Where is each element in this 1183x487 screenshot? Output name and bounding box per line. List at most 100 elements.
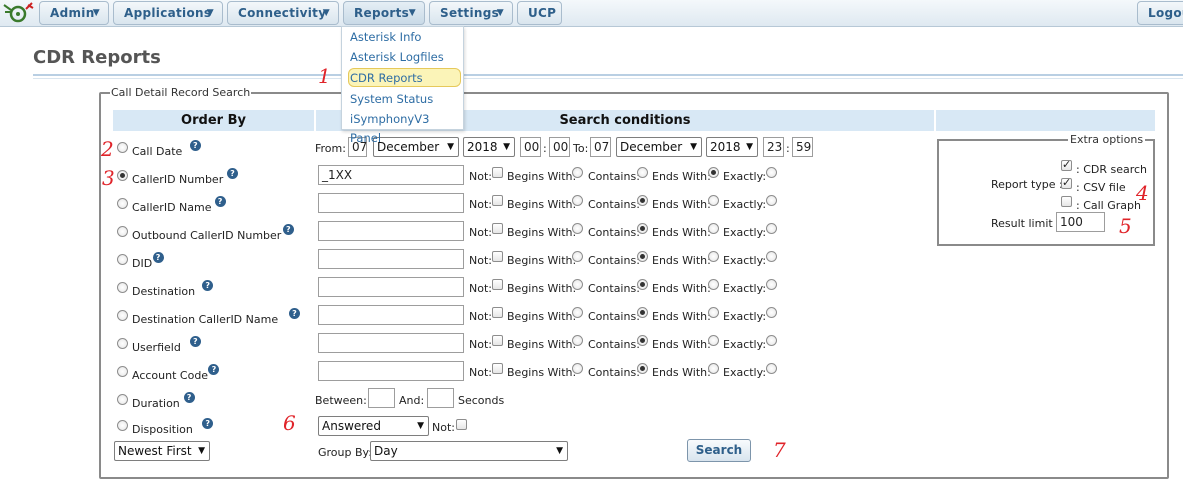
cdr-search-checkbox[interactable] bbox=[1061, 158, 1072, 171]
ends-radio[interactable] bbox=[708, 363, 719, 374]
order-by-radio[interactable] bbox=[117, 170, 128, 181]
begins-radio[interactable] bbox=[572, 335, 583, 346]
condition-text-input[interactable] bbox=[318, 361, 464, 381]
not-checkbox[interactable] bbox=[492, 251, 503, 262]
help-icon[interactable]: ? bbox=[152, 252, 164, 263]
order-by-radio[interactable] bbox=[117, 142, 128, 153]
begins-radio[interactable] bbox=[572, 167, 583, 178]
search-button[interactable]: Search bbox=[687, 439, 751, 462]
from-minute-input[interactable]: 00 bbox=[549, 137, 570, 157]
order-by-radio[interactable] bbox=[117, 282, 128, 293]
condition-text-input[interactable] bbox=[318, 221, 464, 241]
ends-radio[interactable] bbox=[708, 251, 719, 262]
exactly-radio[interactable] bbox=[766, 279, 777, 290]
not-checkbox[interactable] bbox=[492, 279, 503, 290]
condition-text-input[interactable]: _1XX bbox=[318, 165, 464, 185]
help-icon[interactable]: ? bbox=[214, 196, 226, 207]
order-by-radio[interactable] bbox=[117, 198, 128, 209]
ends-radio[interactable] bbox=[708, 307, 719, 318]
csv-file-checkbox[interactable] bbox=[1061, 176, 1072, 189]
menu-applications[interactable]: Applications ▼ bbox=[113, 1, 223, 25]
sort-order-select[interactable]: Newest First ▼ bbox=[114, 441, 210, 461]
exactly-radio[interactable] bbox=[766, 195, 777, 206]
from-year-select[interactable]: 2018 ▼ bbox=[463, 137, 515, 157]
order-by-radio[interactable] bbox=[117, 420, 128, 431]
contains-radio[interactable] bbox=[637, 307, 648, 318]
ends-radio[interactable] bbox=[708, 223, 719, 234]
to-day-input[interactable]: 07 bbox=[590, 137, 611, 157]
ends-radio[interactable] bbox=[708, 279, 719, 290]
ends-radio[interactable] bbox=[708, 167, 719, 178]
begins-radio[interactable] bbox=[572, 307, 583, 318]
contains-radio[interactable] bbox=[637, 167, 648, 178]
exactly-radio[interactable] bbox=[766, 167, 777, 178]
help-icon[interactable]: ? bbox=[189, 336, 201, 347]
menu-item-asterisk-info[interactable]: Asterisk Info bbox=[348, 28, 461, 47]
exactly-radio[interactable] bbox=[766, 335, 777, 346]
group-by-select[interactable]: Day ▼ bbox=[370, 441, 568, 461]
condition-text-input[interactable] bbox=[318, 193, 464, 213]
order-by-radio[interactable] bbox=[117, 338, 128, 349]
freepbx-logo-icon[interactable] bbox=[2, 1, 34, 25]
not-checkbox[interactable] bbox=[492, 223, 503, 234]
help-icon[interactable]: ? bbox=[227, 168, 238, 179]
to-year-select[interactable]: 2018 ▼ bbox=[706, 137, 758, 157]
exactly-radio[interactable] bbox=[766, 363, 777, 374]
order-by-radio[interactable] bbox=[117, 310, 128, 321]
contains-radio[interactable] bbox=[637, 279, 648, 290]
menu-item-isymphony-panel[interactable]: iSymphonyV3 Panel bbox=[348, 110, 461, 145]
help-icon[interactable]: ? bbox=[189, 140, 201, 151]
exactly-radio[interactable] bbox=[766, 307, 777, 318]
from-hour-input[interactable]: 00 bbox=[520, 137, 541, 157]
logout-button[interactable]: Logou bbox=[1137, 1, 1183, 25]
disposition-not-checkbox[interactable] bbox=[456, 419, 467, 430]
begins-radio[interactable] bbox=[572, 363, 583, 374]
call-graph-checkbox[interactable] bbox=[1061, 196, 1072, 207]
condition-text-input[interactable] bbox=[318, 333, 464, 353]
result-limit-input[interactable]: 100 bbox=[1056, 212, 1105, 232]
order-by-radio[interactable] bbox=[117, 226, 128, 237]
menu-reports[interactable]: Reports ▼ bbox=[343, 1, 425, 25]
menu-connectivity[interactable]: Connectivity ▼ bbox=[227, 1, 339, 25]
ends-radio[interactable] bbox=[708, 335, 719, 346]
order-by-radio[interactable] bbox=[117, 254, 128, 265]
contains-radio[interactable] bbox=[637, 363, 648, 374]
to-month-select[interactable]: December ▼ bbox=[616, 137, 702, 157]
menu-item-system-status[interactable]: System Status bbox=[348, 90, 461, 109]
contains-radio[interactable] bbox=[637, 195, 648, 206]
begins-radio[interactable] bbox=[572, 195, 583, 206]
to-hour-input[interactable]: 23 bbox=[763, 137, 784, 157]
help-icon[interactable]: ? bbox=[282, 224, 294, 235]
help-icon[interactable]: ? bbox=[289, 308, 300, 319]
order-by-radio[interactable] bbox=[117, 366, 128, 377]
menu-settings[interactable]: Settings ▼ bbox=[429, 1, 513, 25]
exactly-radio[interactable] bbox=[766, 251, 777, 262]
duration-max-input[interactable] bbox=[427, 388, 454, 408]
ends-radio[interactable] bbox=[708, 195, 719, 206]
contains-radio[interactable] bbox=[637, 251, 648, 262]
not-checkbox[interactable] bbox=[492, 307, 503, 318]
condition-text-input[interactable] bbox=[318, 305, 464, 325]
contains-radio[interactable] bbox=[637, 223, 648, 234]
begins-radio[interactable] bbox=[572, 251, 583, 262]
order-by-radio[interactable] bbox=[117, 394, 128, 405]
disposition-select[interactable]: Answered ▼ bbox=[318, 416, 429, 436]
begins-radio[interactable] bbox=[572, 223, 583, 234]
from-month-select[interactable]: December ▼ bbox=[373, 137, 459, 157]
condition-text-input[interactable] bbox=[318, 249, 464, 269]
duration-min-input[interactable] bbox=[368, 388, 395, 408]
menu-ucp[interactable]: UCP bbox=[517, 1, 562, 25]
not-checkbox[interactable] bbox=[492, 335, 503, 346]
help-icon[interactable]: ? bbox=[183, 392, 195, 403]
exactly-radio[interactable] bbox=[766, 223, 777, 234]
not-checkbox[interactable] bbox=[492, 167, 503, 178]
to-minute-input[interactable]: 59 bbox=[792, 137, 813, 157]
begins-radio[interactable] bbox=[572, 279, 583, 290]
not-checkbox[interactable] bbox=[492, 195, 503, 206]
contains-radio[interactable] bbox=[637, 335, 648, 346]
menu-item-asterisk-logfiles[interactable]: Asterisk Logfiles bbox=[348, 48, 461, 67]
not-checkbox[interactable] bbox=[492, 363, 503, 374]
menu-item-cdr-reports[interactable]: CDR Reports bbox=[348, 68, 461, 87]
menu-admin[interactable]: Admin ▼ bbox=[39, 1, 109, 25]
condition-text-input[interactable] bbox=[318, 277, 464, 297]
